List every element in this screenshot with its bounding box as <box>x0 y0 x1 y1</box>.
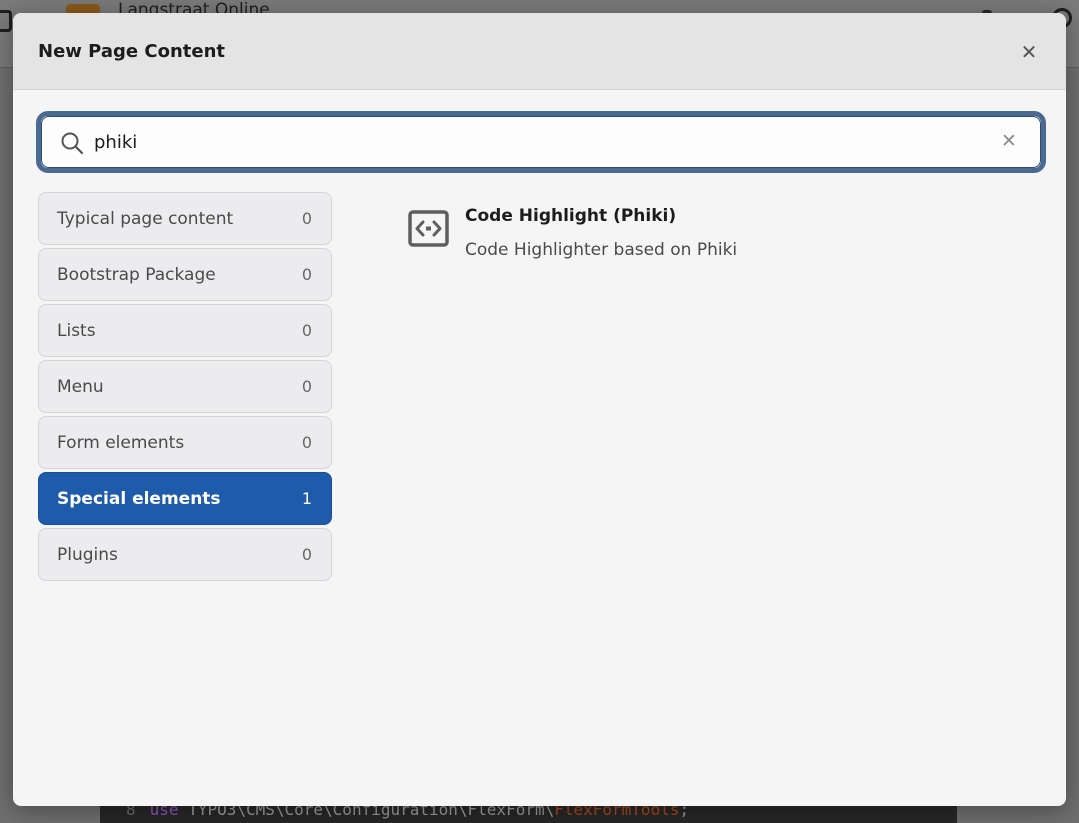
background-menu-icon <box>0 10 12 32</box>
category-special-elements[interactable]: Special elements 1 <box>38 472 332 525</box>
category-count: 0 <box>301 433 312 452</box>
category-count: 1 <box>301 489 312 508</box>
content-element-title: Code Highlight (Phiki) <box>465 206 677 226</box>
category-typical-page-content[interactable]: Typical page content 0 <box>38 192 332 245</box>
clear-icon: ✕ <box>1001 130 1017 152</box>
category-label: Bootstrap Package <box>57 264 216 285</box>
content-element-description: Code Highlighter based on Phiki <box>465 240 738 260</box>
modal-header: New Page Content ✕ <box>13 13 1066 90</box>
category-count: 0 <box>301 209 312 228</box>
category-form-elements[interactable]: Form elements 0 <box>38 416 332 469</box>
category-lists[interactable]: Lists 0 <box>38 304 332 357</box>
category-label: Lists <box>57 320 96 341</box>
content-element-code-highlight[interactable]: Code Highlight (Phiki) Code Highlighter … <box>408 206 1048 272</box>
search-box: ✕ <box>36 111 1046 173</box>
modal-title: New Page Content <box>38 41 226 62</box>
search-field-frame: ✕ <box>41 116 1041 168</box>
category-count: 0 <box>301 545 312 564</box>
category-count: 0 <box>301 265 312 284</box>
search-icon <box>61 132 84 155</box>
category-menu[interactable]: Menu 0 <box>38 360 332 413</box>
category-bootstrap-package[interactable]: Bootstrap Package 0 <box>38 248 332 301</box>
category-label: Form elements <box>57 432 185 453</box>
category-count: 0 <box>301 377 312 396</box>
category-label: Special elements <box>57 488 221 509</box>
category-list: Typical page content 0 Bootstrap Package… <box>38 192 332 584</box>
category-count: 0 <box>301 321 312 340</box>
new-content-modal: New Page Content ✕ ✕ Typical page conten… <box>13 13 1066 806</box>
category-label: Menu <box>57 376 104 397</box>
code-icon <box>408 210 449 247</box>
category-plugins[interactable]: Plugins 0 <box>38 528 332 581</box>
category-label: Plugins <box>57 544 118 565</box>
close-button[interactable]: ✕ <box>1016 39 1042 65</box>
category-label: Typical page content <box>57 208 234 229</box>
search-input[interactable] <box>94 125 974 159</box>
clear-search-button[interactable]: ✕ <box>998 130 1020 152</box>
close-icon: ✕ <box>1020 40 1038 64</box>
